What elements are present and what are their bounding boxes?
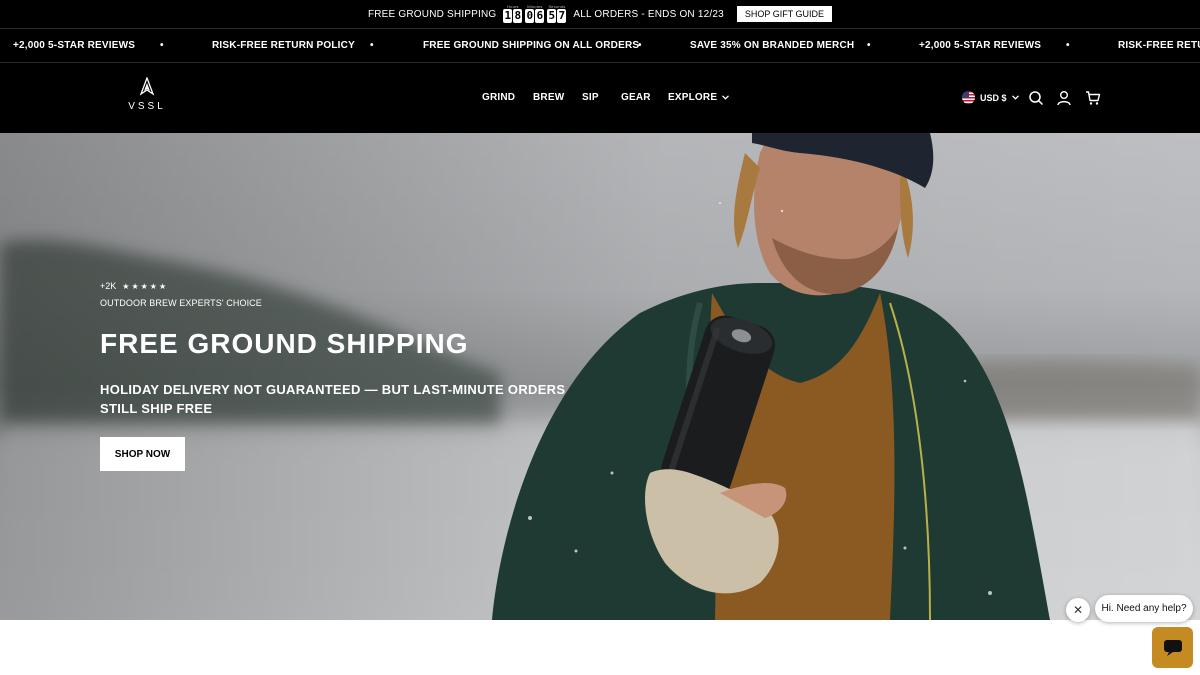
countdown-minutes: Minutes 0 6 bbox=[525, 5, 545, 23]
logo-mark-icon bbox=[139, 77, 155, 96]
chevron-down-icon bbox=[1011, 95, 1019, 100]
hero-content: +2K ★★★★★ OUTDOOR BREW EXPERTS' CHOICE F… bbox=[100, 281, 570, 471]
hero-banner: +2K ★★★★★ OUTDOOR BREW EXPERTS' CHOICE F… bbox=[0, 133, 1200, 620]
marquee-item: SAVE 35% ON BRANDED MERCH bbox=[690, 40, 855, 51]
nav-item-sip[interactable]: SIP bbox=[582, 92, 599, 103]
nav-item-label: EXPLORE bbox=[668, 92, 718, 103]
hero-eyebrow: OUTDOOR BREW EXPERTS' CHOICE bbox=[100, 298, 262, 308]
shop-now-button[interactable]: SHOP NOW bbox=[100, 437, 185, 471]
logo-text: VSSL bbox=[128, 101, 166, 112]
countdown-digit: 7 bbox=[557, 9, 567, 23]
rating-summary: +2K ★★★★★ bbox=[100, 281, 570, 291]
countdown-digit: 1 bbox=[503, 9, 513, 23]
site-header: VSSL GRIND BREW SIP GEAR EXPLORE USD $ bbox=[0, 63, 1200, 133]
chat-close-button[interactable]: ✕ bbox=[1066, 598, 1090, 622]
nav-item-brew[interactable]: BREW bbox=[533, 92, 564, 103]
marquee-item: RISK-FREE RETURN POLICY bbox=[212, 40, 355, 51]
marquee-item: FREE GROUND SHIPPING ON ALL ORDERS bbox=[423, 40, 640, 51]
shop-gift-guide-button[interactable]: SHOP GIFT GUIDE bbox=[736, 6, 833, 22]
marquee-separator: • bbox=[638, 40, 642, 51]
countdown-timer: Hours 1 8 Minutes 0 6 Seconds 5 7 bbox=[503, 5, 567, 23]
countdown-hours: Hours 1 8 bbox=[503, 5, 523, 23]
marquee-separator: • bbox=[1066, 40, 1070, 51]
hero-subtitle: HOLIDAY DELIVERY NOT GUARANTEED — BUT LA… bbox=[100, 382, 566, 416]
chat-icon bbox=[1163, 639, 1182, 656]
chat-greeting-bubble[interactable]: Hi. Need any help? bbox=[1095, 595, 1193, 622]
marquee-item: +2,000 5-STAR REVIEWS bbox=[919, 40, 1042, 51]
announcement-right-text: ALL ORDERS - ENDS ON 12/23 bbox=[573, 8, 724, 20]
marquee-item: RISK-FREE RETURN bbox=[1118, 40, 1200, 51]
page: FREE GROUND SHIPPING Hours 1 8 Minutes 0… bbox=[0, 0, 1200, 675]
countdown-digit: 6 bbox=[535, 9, 545, 23]
marquee-item: +2,000 5-STAR REVIEWS bbox=[13, 40, 136, 51]
currency-label: USD $ bbox=[980, 92, 1007, 103]
logo[interactable]: VSSL bbox=[124, 77, 170, 119]
countdown-digit: 8 bbox=[513, 9, 523, 23]
chat-launcher-button[interactable] bbox=[1152, 627, 1193, 668]
announcement-bar: FREE GROUND SHIPPING Hours 1 8 Minutes 0… bbox=[0, 0, 1200, 28]
countdown-seconds: Seconds 5 7 bbox=[547, 5, 567, 23]
nav-item-gear[interactable]: GEAR bbox=[621, 92, 651, 103]
countdown-digit: 5 bbox=[547, 9, 557, 23]
marquee-separator: • bbox=[160, 40, 164, 51]
nav-item-explore[interactable]: EXPLORE bbox=[668, 92, 730, 103]
nav-item-grind[interactable]: GRIND bbox=[482, 92, 515, 103]
hero-title: FREE GROUND SHIPPING bbox=[100, 328, 469, 359]
marquee-separator: • bbox=[867, 40, 871, 51]
us-flag-icon bbox=[962, 91, 975, 104]
star-rating-icon: ★★★★★ bbox=[122, 281, 169, 291]
marquee-separator: • bbox=[370, 40, 374, 51]
announcement-left-text: FREE GROUND SHIPPING bbox=[367, 8, 497, 20]
search-icon[interactable] bbox=[1028, 90, 1044, 106]
rating-count: +2K bbox=[100, 281, 117, 291]
currency-selector[interactable]: USD $ bbox=[962, 91, 1019, 104]
chevron-down-icon bbox=[722, 95, 730, 100]
countdown-digit: 0 bbox=[525, 9, 535, 23]
account-icon[interactable] bbox=[1056, 90, 1072, 106]
benefits-marquee: +2,000 5-STAR REVIEWS • RISK-FREE RETURN… bbox=[0, 28, 1200, 63]
cart-icon[interactable] bbox=[1085, 90, 1101, 106]
